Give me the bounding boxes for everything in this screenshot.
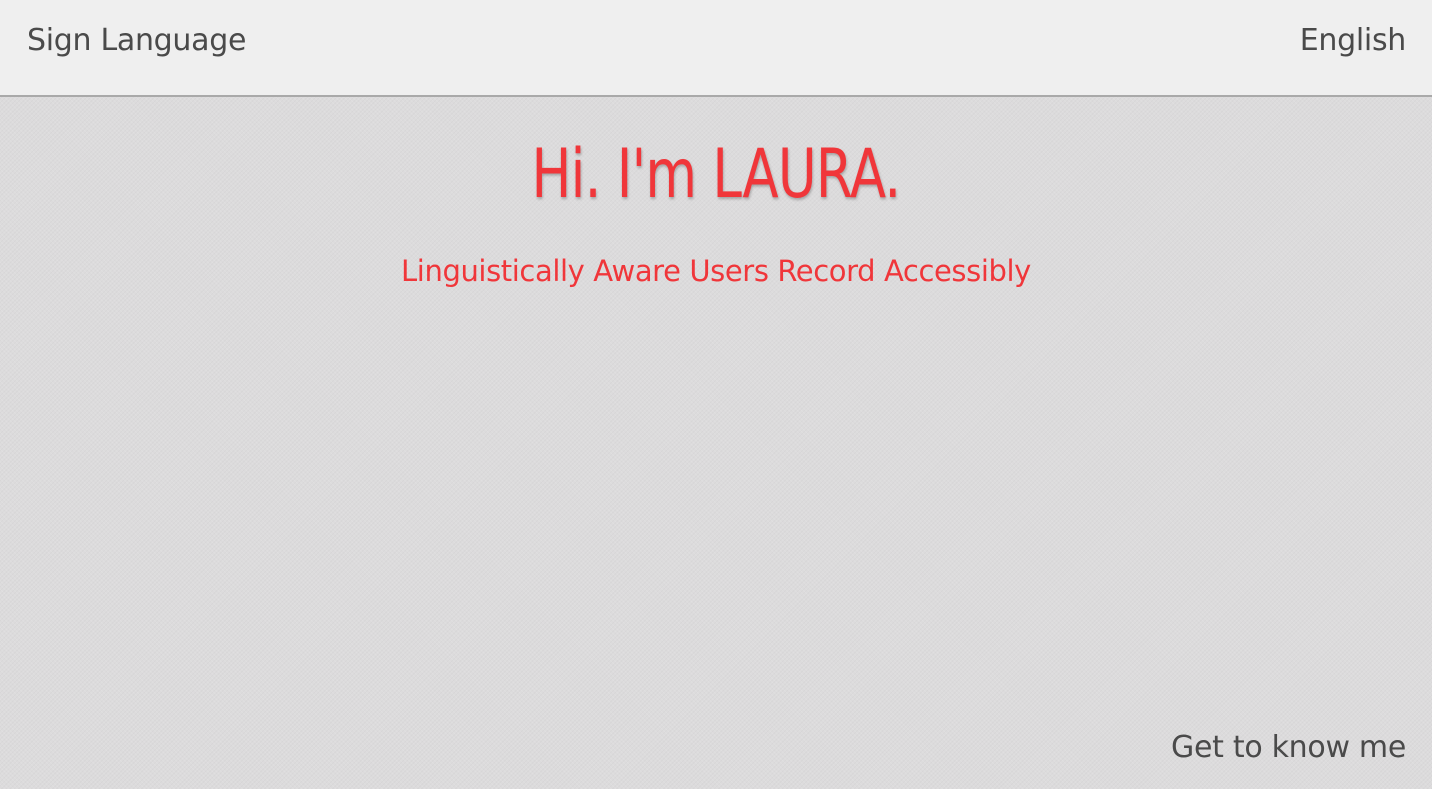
get-to-know-me-link[interactable]: Get to know me xyxy=(1171,729,1406,767)
page-title: Hi. I'm LAURA. xyxy=(531,135,902,214)
top-nav-bar: Sign Language English xyxy=(0,0,1432,97)
page-subtitle: Linguistically Aware Users Record Access… xyxy=(401,254,1031,288)
hero-section: Hi. I'm LAURA. Linguistically Aware User… xyxy=(0,97,1432,289)
english-link[interactable]: English xyxy=(1300,22,1407,60)
sign-language-link[interactable]: Sign Language xyxy=(27,22,246,60)
